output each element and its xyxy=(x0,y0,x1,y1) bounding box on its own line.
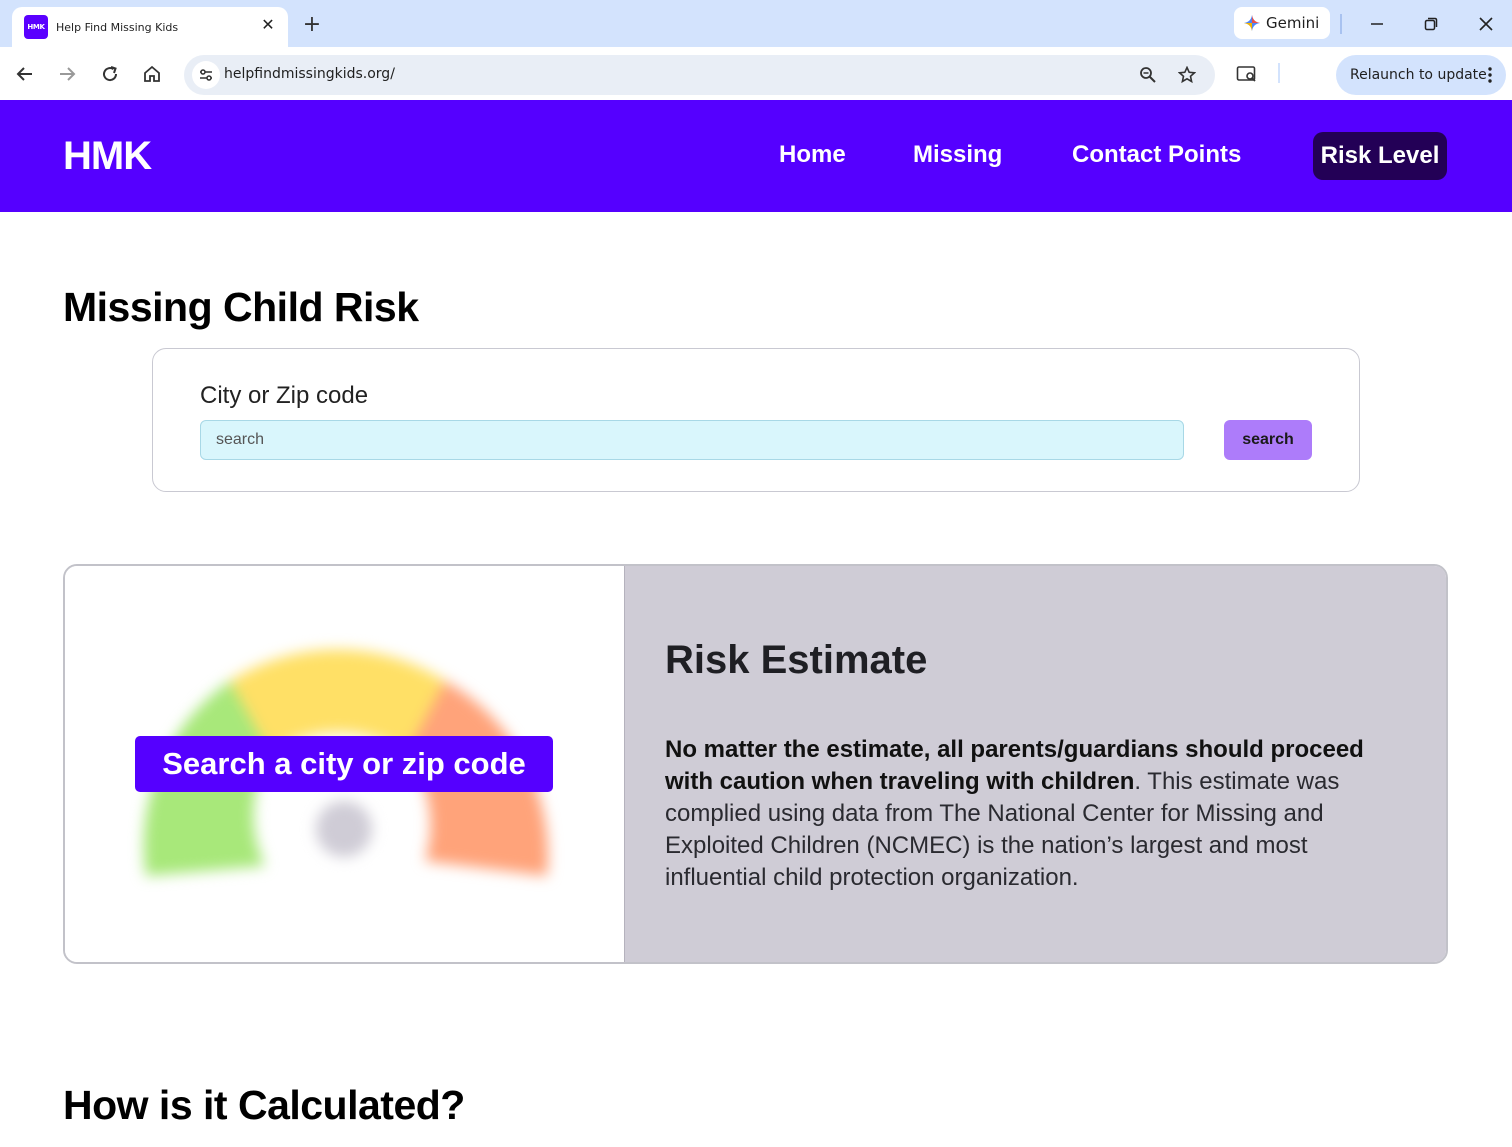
page-title: Missing Child Risk xyxy=(63,284,419,330)
gemini-icon xyxy=(1244,15,1260,31)
search-input[interactable] xyxy=(200,420,1184,460)
back-icon[interactable] xyxy=(12,61,38,87)
nav-missing[interactable]: Missing xyxy=(913,141,1002,169)
url-text[interactable]: helpfindmissingkids.org/ xyxy=(224,66,395,82)
bookmark-star-icon[interactable] xyxy=(1175,63,1199,87)
browser-tab[interactable]: HMK Help Find Missing Kids ✕ xyxy=(12,7,288,47)
tab-title: Help Find Missing Kids xyxy=(56,20,179,34)
zoom-icon[interactable] xyxy=(1136,63,1160,87)
gemini-button[interactable]: Gemini xyxy=(1234,7,1330,39)
risk-info-panel: Risk Estimate No matter the estimate, al… xyxy=(624,566,1446,962)
close-window-icon[interactable] xyxy=(1471,10,1501,38)
new-tab-icon[interactable]: + xyxy=(300,12,324,37)
gauge-pivot xyxy=(316,801,372,857)
gauge-search-prompt: Search a city or zip code xyxy=(135,736,553,792)
tab-close-icon[interactable]: ✕ xyxy=(258,15,278,35)
search-card: City or Zip code search xyxy=(152,348,1360,492)
home-icon[interactable] xyxy=(139,61,165,87)
gemini-label: Gemini xyxy=(1266,14,1320,32)
more-menu-icon[interactable] xyxy=(1488,67,1492,83)
forward-icon[interactable] xyxy=(54,61,80,87)
restore-icon[interactable] xyxy=(1416,10,1446,38)
search-button[interactable]: search xyxy=(1224,420,1312,460)
reload-icon[interactable] xyxy=(97,61,123,87)
tab-favicon: HMK xyxy=(24,15,48,39)
gauge-panel: Search a city or zip code xyxy=(65,566,624,962)
risk-estimate-title: Risk Estimate xyxy=(665,638,928,682)
toolbar-divider xyxy=(1278,63,1280,83)
nav-home[interactable]: Home xyxy=(779,141,846,169)
site-info-icon[interactable] xyxy=(192,61,220,89)
site-header: HMK Home Missing Contact Points Risk Lev… xyxy=(0,100,1512,212)
site-logo[interactable]: HMK xyxy=(63,134,152,179)
relaunch-label: Relaunch to update xyxy=(1350,67,1487,83)
nav-risk-level[interactable]: Risk Level xyxy=(1313,132,1447,180)
browser-tabstrip: HMK Help Find Missing Kids ✕ + Gemini xyxy=(0,0,1512,47)
browser-toolbar: helpfindmissingkids.org/ Relaunch to upd… xyxy=(0,47,1512,100)
search-tabs-icon[interactable] xyxy=(1234,61,1260,87)
risk-estimate-text: No matter the estimate, all parents/guar… xyxy=(665,734,1415,894)
risk-card: Search a city or zip code Risk Estimate … xyxy=(63,564,1448,964)
address-bar[interactable]: helpfindmissingkids.org/ xyxy=(184,55,1215,95)
relaunch-button[interactable]: Relaunch to update xyxy=(1336,55,1506,95)
section-title-how-calculated: How is it Calculated? xyxy=(63,1082,465,1128)
nav-contact-points[interactable]: Contact Points xyxy=(1072,141,1241,169)
search-label: City or Zip code xyxy=(200,382,369,409)
minimize-icon[interactable] xyxy=(1362,10,1392,38)
tabstrip-divider xyxy=(1340,14,1342,34)
